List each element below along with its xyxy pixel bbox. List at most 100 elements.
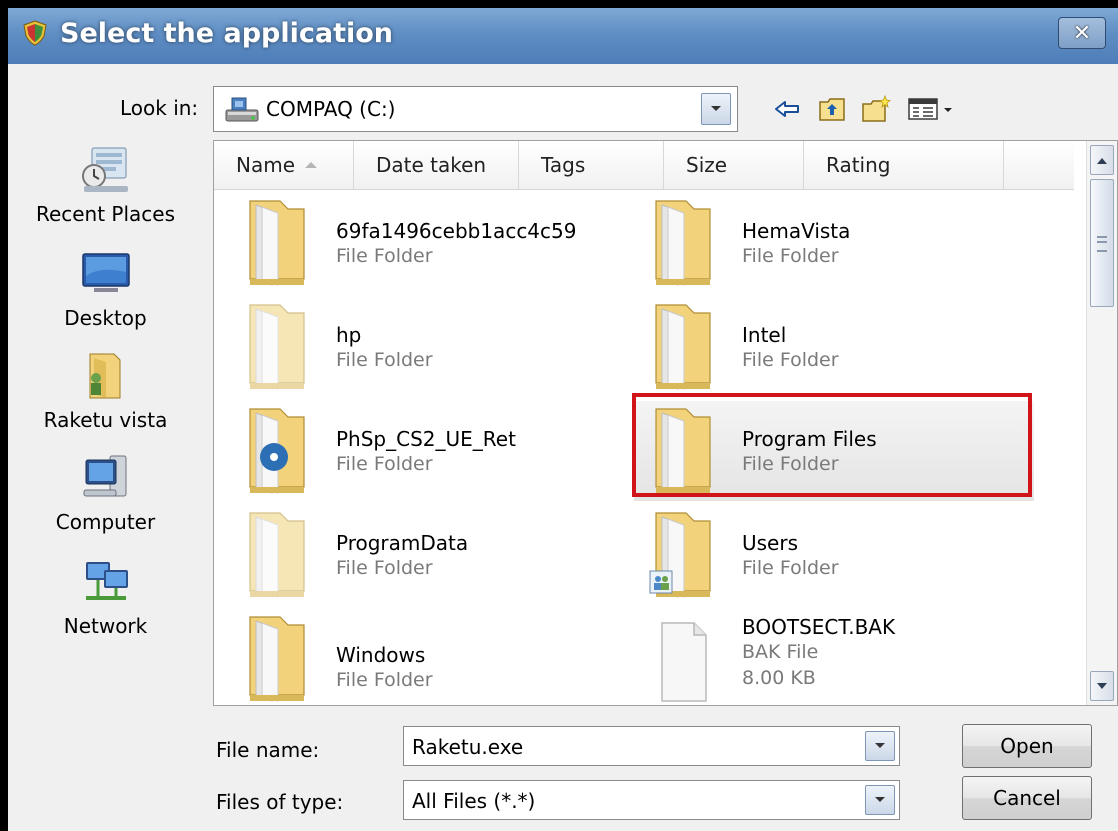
places-bar: Recent Places Desktop Raketu vista Compu… <box>18 144 193 704</box>
place-label: Network <box>63 614 148 638</box>
list-item-folder[interactable]: HemaVista File Folder <box>634 193 1034 293</box>
file-name: BOOTSECT.BAK <box>742 615 896 639</box>
views-menu-button[interactable] <box>906 94 956 124</box>
scroll-thumb[interactable] <box>1090 179 1114 307</box>
list-item-folder[interactable]: ProgramData File Folder <box>228 505 628 605</box>
file-type: File Folder <box>336 453 433 475</box>
network-icon <box>86 562 128 600</box>
folder-icon <box>249 512 305 598</box>
chevron-down-icon <box>1097 682 1107 689</box>
place-network[interactable]: Network <box>18 556 193 656</box>
file-name: ProgramData <box>336 531 469 555</box>
column-name[interactable]: Name <box>214 141 354 189</box>
file-items: 69fa1496cebb1acc4c59 File Folder hp File… <box>214 193 1074 705</box>
column-size[interactable]: Size <box>664 141 804 189</box>
user-folder-icon <box>89 353 121 399</box>
folder-icon <box>655 200 711 286</box>
folder-icon <box>655 304 711 390</box>
scroll-down-button[interactable] <box>1090 671 1114 701</box>
open-button[interactable]: Open <box>962 724 1092 768</box>
list-item-folder[interactable]: 69fa1496cebb1acc4c59 File Folder <box>228 193 628 293</box>
column-tags[interactable]: Tags <box>519 141 664 189</box>
users-folder-icon <box>649 512 711 598</box>
file-name: Windows <box>336 643 426 667</box>
list-item-folder[interactable]: Intel File Folder <box>634 297 1034 397</box>
sort-ascending-icon <box>305 162 317 168</box>
file-type: File Folder <box>336 669 433 691</box>
views-icon <box>908 98 952 120</box>
file-type: File Folder <box>742 349 839 371</box>
column-date-taken[interactable]: Date taken <box>354 141 519 189</box>
vertical-scrollbar[interactable] <box>1086 141 1117 705</box>
shield-icon <box>23 20 47 46</box>
chevron-down-icon <box>875 797 885 802</box>
column-label: Size <box>686 153 728 177</box>
file-type: File Folder <box>742 453 839 475</box>
folder-with-discs-icon <box>249 408 305 494</box>
file-name: hp <box>336 323 362 347</box>
files-of-type-dropdown-button[interactable] <box>865 785 895 815</box>
file-name: Users <box>742 531 799 555</box>
place-raketu-vista[interactable]: Raketu vista <box>18 350 193 450</box>
place-label: Computer <box>55 510 156 534</box>
column-label: Name <box>236 153 296 177</box>
files-of-type-select[interactable]: All Files (*.*) <box>403 780 900 820</box>
chevron-up-icon <box>1097 157 1107 164</box>
look-in-combo[interactable]: COMPAQ (C:) <box>213 86 738 132</box>
file-list[interactable]: Name Date taken Tags Size Rating 69fa149… <box>213 140 1118 706</box>
up-folder-icon <box>819 98 845 121</box>
chevron-down-icon <box>711 106 721 111</box>
place-label: Recent Places <box>35 202 176 226</box>
folder-icon <box>249 200 305 286</box>
list-item-folder[interactable]: PhSp_CS2_UE_Ret File Folder <box>228 401 628 501</box>
look-in-value: COMPAQ (C:) <box>266 97 396 121</box>
list-item-folder[interactable]: Users File Folder <box>634 505 1034 605</box>
up-folder-button[interactable] <box>816 94 848 124</box>
file-name-dropdown-button[interactable] <box>865 731 895 761</box>
title-bar[interactable]: Select the application ✕ <box>8 8 1118 64</box>
file-name: PhSp_CS2_UE_Ret <box>336 427 516 451</box>
new-folder-button[interactable] <box>860 94 892 124</box>
back-arrow-icon <box>775 101 799 117</box>
document-icon <box>661 622 707 702</box>
list-item-folder[interactable]: Windows File Folder <box>228 609 628 705</box>
chevron-down-icon <box>875 743 885 748</box>
file-type: File Folder <box>742 245 839 267</box>
column-label: Tags <box>541 153 586 177</box>
file-type: File Folder <box>336 245 433 267</box>
column-label: Rating <box>826 153 891 177</box>
file-size: 8.00 KB <box>742 667 816 689</box>
place-label: Desktop <box>64 306 147 330</box>
file-name: Program Files <box>742 427 877 451</box>
file-type: BAK File <box>742 641 819 663</box>
file-name-input[interactable]: Raketu.exe <box>403 726 900 766</box>
select-application-dialog: Select the application ✕ Look in: COMPAQ… <box>8 8 1118 831</box>
column-label: Date taken <box>376 153 487 177</box>
list-item-folder[interactable]: hp File Folder <box>228 297 628 397</box>
scroll-up-button[interactable] <box>1090 145 1114 175</box>
place-desktop[interactable]: Desktop <box>18 248 193 348</box>
file-name: 69fa1496cebb1acc4c59 <box>336 219 577 243</box>
close-button[interactable]: ✕ <box>1058 17 1106 49</box>
file-name: HemaVista <box>742 219 851 243</box>
file-type: File Folder <box>336 349 433 371</box>
drive-icon <box>225 97 259 122</box>
list-item-folder-selected[interactable]: Program Files File Folder <box>634 401 1034 501</box>
close-icon: ✕ <box>1072 20 1092 46</box>
files-of-type-value: All Files (*.*) <box>412 789 536 813</box>
place-recent-places[interactable]: Recent Places <box>18 144 193 244</box>
folder-icon <box>249 616 305 702</box>
cancel-button[interactable]: Cancel <box>962 776 1092 820</box>
place-computer[interactable]: Computer <box>18 452 193 552</box>
new-folder-icon <box>862 95 891 122</box>
look-in-dropdown-button[interactable] <box>701 93 731 125</box>
folder-icon <box>655 408 711 494</box>
desktop-icon <box>82 253 130 292</box>
file-type: File Folder <box>742 557 839 579</box>
files-of-type-label: Files of type: <box>216 790 344 814</box>
column-header: Name Date taken Tags Size Rating <box>214 141 1074 190</box>
list-item-file[interactable]: BOOTSECT.BAK BAK File 8.00 KB <box>634 609 1034 705</box>
place-label: Raketu vista <box>43 408 168 432</box>
column-rating[interactable]: Rating <box>804 141 1004 189</box>
back-button[interactable] <box>772 94 802 124</box>
